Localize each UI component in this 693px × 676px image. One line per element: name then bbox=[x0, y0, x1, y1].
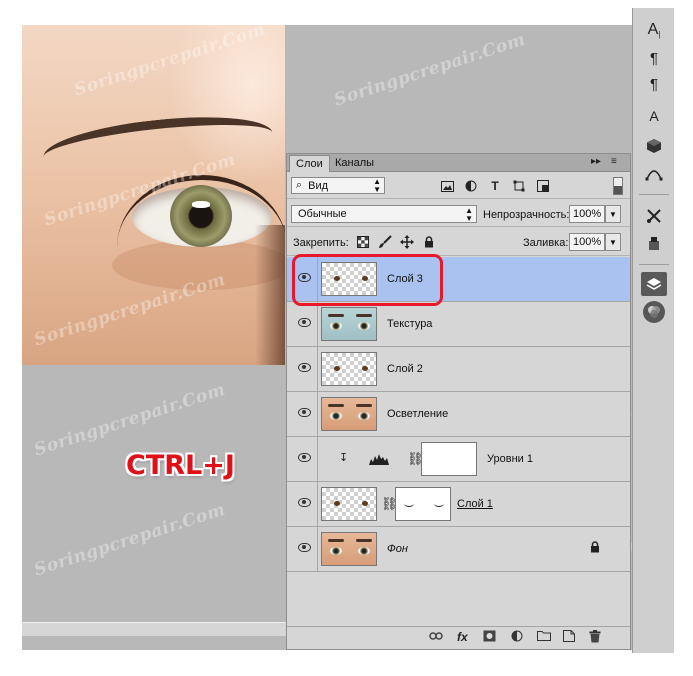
opacity-dropdown-icon[interactable]: ▼ bbox=[605, 205, 621, 223]
visibility-eye-icon[interactable] bbox=[298, 363, 311, 372]
smart-object-filter-icon[interactable] bbox=[535, 178, 551, 194]
panel-menu-icon[interactable]: ≡ bbox=[611, 156, 617, 167]
layer-row[interactable]: ↧ ⛓ Уровни 1 bbox=[287, 437, 630, 482]
visibility-eye-icon[interactable] bbox=[298, 453, 311, 462]
layer-thumbnail bbox=[321, 307, 377, 341]
layer-name[interactable]: Фон bbox=[387, 543, 408, 555]
layer-row[interactable]: ⛓ Слой 1 bbox=[287, 482, 630, 527]
levels-histogram-icon bbox=[369, 454, 389, 465]
opacity-input[interactable]: 100% bbox=[569, 205, 605, 223]
image-filter-icon[interactable] bbox=[439, 178, 455, 194]
type-filter-icon[interactable]: T bbox=[487, 178, 503, 194]
channels-icon[interactable] bbox=[643, 301, 665, 323]
tab-layers[interactable]: Слои bbox=[289, 155, 330, 172]
link-layers-icon[interactable] bbox=[429, 630, 443, 644]
layer-row[interactable]: Слой 2 bbox=[287, 347, 630, 392]
filter-type-select[interactable]: ⌕ Вид ▲ ▼ bbox=[291, 177, 385, 194]
collapse-icon[interactable]: ▸▸ bbox=[591, 156, 601, 167]
layer-mask-thumbnail[interactable] bbox=[395, 487, 451, 521]
delete-layer-icon[interactable] bbox=[589, 630, 601, 646]
tab-channels[interactable]: Каналы bbox=[329, 155, 380, 172]
fill-input[interactable]: 100% bbox=[569, 233, 605, 251]
layer-lock-icon bbox=[591, 541, 599, 553]
paragraph-styles-icon[interactable]: ¶ bbox=[641, 72, 667, 96]
highlight-outline bbox=[292, 254, 443, 306]
photoshop-workspace: Soringpcrepair.Com Soringpcrepair.Com So… bbox=[0, 0, 693, 676]
hotkey-label: CTRL+J bbox=[126, 450, 235, 481]
canvas-scroll-strip bbox=[22, 622, 287, 636]
layer-name[interactable]: Уровни 1 bbox=[487, 453, 533, 465]
layer-name[interactable]: Текстура bbox=[387, 318, 432, 330]
right-dock-toolbar: A | ¶ ¶ A bbox=[632, 8, 674, 653]
adjustment-filter-icon[interactable] bbox=[463, 178, 479, 194]
visibility-eye-icon[interactable] bbox=[298, 498, 311, 507]
layers-panel-footer: fx bbox=[287, 626, 630, 648]
lock-image-pixels-icon[interactable] bbox=[377, 234, 392, 249]
character-icon[interactable]: A | bbox=[641, 18, 667, 42]
layer-thumbnail bbox=[321, 487, 377, 521]
new-group-icon[interactable] bbox=[537, 630, 551, 644]
visibility-eye-icon[interactable] bbox=[298, 543, 311, 552]
layer-name[interactable]: Слой 1 bbox=[457, 498, 493, 510]
layer-thumbnail bbox=[321, 532, 377, 566]
shape-filter-icon[interactable] bbox=[511, 178, 527, 194]
lock-label: Закрепить: bbox=[293, 237, 349, 249]
paragraph-icon[interactable]: ¶ bbox=[641, 46, 667, 70]
layer-row[interactable]: Текстура bbox=[287, 302, 630, 347]
tools-presets-icon[interactable] bbox=[641, 204, 667, 228]
layer-row[interactable]: Осветление bbox=[287, 392, 630, 437]
blend-mode-select[interactable]: Обычные ▲ ▼ bbox=[291, 205, 477, 223]
adjustment-mask-thumbnail bbox=[421, 442, 477, 476]
filter-toggle-switch[interactable] bbox=[613, 177, 623, 195]
lock-all-icon[interactable] bbox=[421, 234, 436, 249]
search-icon: ⌕ bbox=[296, 179, 303, 191]
new-layer-icon[interactable] bbox=[563, 630, 575, 645]
select-arrows-icon: ▲ ▼ bbox=[373, 177, 381, 194]
filter-type-value: Вид bbox=[308, 179, 329, 192]
fx-icon[interactable]: fx bbox=[457, 630, 468, 644]
iris bbox=[170, 185, 232, 247]
layer-thumbnail bbox=[321, 352, 377, 386]
layer-name[interactable]: Слой 2 bbox=[387, 363, 423, 375]
fill-dropdown-icon[interactable]: ▼ bbox=[605, 233, 621, 251]
layer-row[interactable]: Фон bbox=[287, 527, 630, 572]
3d-icon[interactable] bbox=[641, 134, 667, 158]
layers-panel: Слои Каналы ▸▸ ≡ ⌕ Вид ▲ ▼ T Обычные ▲ ▼… bbox=[286, 153, 631, 650]
character-styles-icon[interactable]: A bbox=[641, 104, 667, 128]
lock-position-icon[interactable] bbox=[399, 234, 414, 249]
fill-label: Заливка: bbox=[523, 237, 569, 249]
visibility-eye-icon[interactable] bbox=[298, 318, 311, 327]
paths-icon[interactable] bbox=[641, 162, 667, 186]
opacity-label: Непрозрачность: bbox=[483, 209, 570, 221]
select-arrows-icon: ▲ ▼ bbox=[465, 206, 473, 223]
new-adjustment-icon[interactable] bbox=[511, 630, 523, 645]
blend-mode-value: Обычные bbox=[298, 208, 347, 220]
add-mask-icon[interactable] bbox=[483, 630, 496, 645]
lock-transparent-pixels-icon[interactable] bbox=[355, 234, 370, 249]
clipping-arrow-icon: ↧ bbox=[339, 452, 349, 464]
layer-thumbnail bbox=[321, 397, 377, 431]
layer-name[interactable]: Осветление bbox=[387, 408, 448, 420]
panel-tab-bar: Слои Каналы ▸▸ ≡ bbox=[287, 154, 630, 172]
layers-icon[interactable] bbox=[641, 272, 667, 296]
visibility-eye-icon[interactable] bbox=[298, 408, 311, 417]
clone-source-icon[interactable] bbox=[641, 232, 667, 256]
